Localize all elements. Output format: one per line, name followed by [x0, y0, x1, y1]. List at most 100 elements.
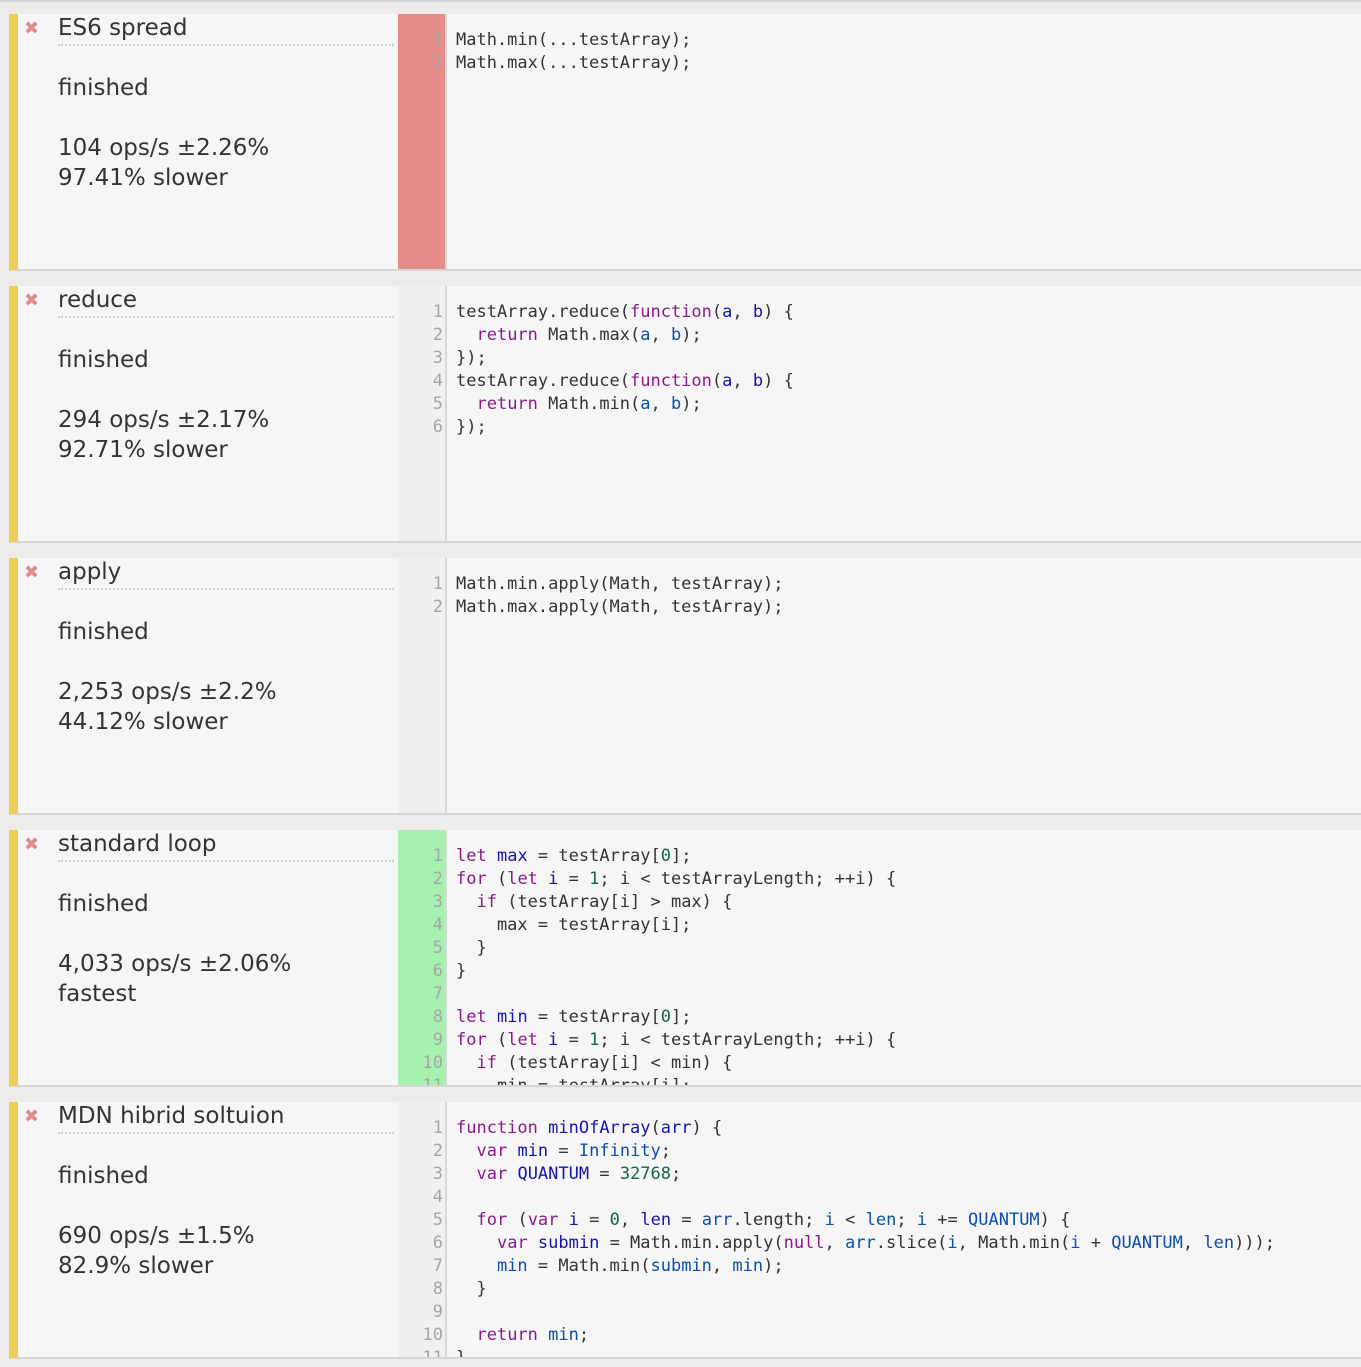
code-token: < [834, 1210, 866, 1230]
line-number: 8 [432, 1279, 443, 1299]
test-title[interactable]: apply [58, 558, 394, 590]
code-token: minOfArray [548, 1118, 651, 1138]
code-token: min [548, 1325, 579, 1345]
code-token: 1 [589, 1030, 600, 1050]
code-token: len [1203, 1233, 1235, 1253]
test-relative: fastest [58, 981, 137, 1007]
code-token: var [476, 1141, 508, 1161]
code-line: } [456, 1347, 1361, 1357]
code-token: for [476, 1210, 508, 1230]
test-status: finished [58, 347, 149, 373]
test-title[interactable]: reduce [58, 286, 394, 318]
code-token: min [496, 1007, 528, 1027]
code-line: return Math.min(a, b); [456, 393, 1361, 416]
code-line: for (let i = 1; i < testArrayLength; ++i… [456, 868, 1361, 891]
code-line: return Math.max(a, b); [456, 324, 1361, 347]
code-token: i [548, 869, 559, 889]
code-token: b [752, 371, 764, 391]
code-token: , Math.min( [957, 1233, 1071, 1253]
code-token: ; [578, 1325, 590, 1345]
line-number: 2 [432, 597, 443, 617]
code-token: = Math.min.apply( [599, 1233, 784, 1253]
code-token: a [640, 394, 651, 414]
code-line: var min = Infinity; [456, 1140, 1361, 1163]
test-ops: 690 ops/s ±1.5% [58, 1223, 255, 1249]
line-number: 6 [432, 417, 443, 437]
code-token: function [630, 302, 712, 322]
line-number: 5 [432, 938, 443, 958]
code-token: ; i < testArrayLength; ++i) { [599, 1030, 897, 1050]
line-number: 3 [432, 348, 443, 368]
code-token: + [1080, 1233, 1112, 1253]
code-line: for (var i = 0, len = arr.length; i < le… [456, 1209, 1361, 1232]
line-number: 4 [432, 1187, 443, 1207]
code-token: arr [845, 1233, 876, 1253]
code-token: testArray.reduce( [456, 371, 630, 391]
code-token: ) { [763, 302, 794, 322]
code-token: i [916, 1210, 928, 1230]
code-token: QUANTUM [1111, 1233, 1183, 1253]
line-number: 9 [432, 1302, 443, 1322]
code-editor[interactable]: let max = testArray[0]; for (let i = 1; i… [456, 845, 1361, 1085]
code-line: testArray.reduce(function(a, b) { [456, 370, 1361, 393]
code-editor[interactable]: testArray.reduce(function(a, b) { return… [456, 301, 1361, 439]
test-ops: 104 ops/s ±2.26% [58, 135, 270, 161]
remove-test-icon[interactable]: ✖ [24, 291, 39, 311]
code-line: if (testArray[i] < min) { [456, 1052, 1361, 1075]
code-line: for (let i = 1; i < testArrayLength; ++i… [456, 1029, 1361, 1052]
code-line: min = Math.min(submin, min); [456, 1255, 1361, 1278]
test-title[interactable]: MDN hibrid soltuion [58, 1102, 394, 1134]
remove-test-icon[interactable]: ✖ [24, 563, 39, 583]
test-case-standard-loop: ✖ standard loop finished 4,033 ops/s ±2.… [9, 830, 1361, 1087]
code-token: ); [681, 325, 702, 345]
line-numbers: 12 [398, 573, 443, 619]
code-line: var submin = Math.min.apply(null, arr.sl… [456, 1232, 1361, 1255]
code-line: let min = testArray[0]; [456, 1006, 1361, 1029]
code-token: 32768 [619, 1164, 672, 1184]
remove-test-icon[interactable]: ✖ [24, 1107, 39, 1127]
code-token: for [456, 869, 487, 889]
code-token: ( [507, 1210, 528, 1230]
code-token: return [476, 394, 538, 414]
top-border [0, 0, 1361, 2]
line-number: 4 [432, 915, 443, 935]
line-number: 10 [422, 1325, 443, 1345]
code-token: = testArray[ [527, 1007, 661, 1027]
code-token: , [1182, 1233, 1204, 1253]
code-line: max = testArray[i]; [456, 914, 1361, 937]
code-token: ) { [691, 1118, 723, 1138]
test-title[interactable]: standard loop [58, 830, 394, 862]
code-token: min [732, 1256, 764, 1276]
remove-test-icon[interactable]: ✖ [24, 835, 39, 855]
code-token: return [476, 325, 538, 345]
code-editor[interactable]: Math.min.apply(Math, testArray); Math.max… [456, 573, 1361, 619]
code-editor[interactable]: Math.min(...testArray); Math.max(...testA… [456, 29, 1361, 75]
code-line: min = testArray[i]; [456, 1075, 1361, 1085]
test-title[interactable]: ES6 spread [58, 14, 394, 46]
code-token: , [711, 1256, 733, 1276]
code-token: } [456, 938, 487, 958]
code-token: , [824, 1233, 846, 1253]
code-token: (testArray[i] > max) { [496, 892, 733, 912]
line-number: 7 [432, 984, 443, 1004]
line-number: 3 [432, 1164, 443, 1184]
code-token: b [752, 302, 764, 322]
remove-test-icon[interactable]: ✖ [24, 19, 39, 39]
code-token: , [650, 325, 671, 345]
code-token: let [456, 846, 487, 866]
code-editor[interactable]: function minOfArray(arr) { var min = Inf… [456, 1117, 1361, 1357]
code-token: 1 [589, 869, 600, 889]
line-numbers: 1 2 3 4 5 6 [398, 301, 443, 439]
code-token: = Math.min( [527, 1256, 651, 1276]
test-relative: 82.9% slower [58, 1253, 214, 1279]
code-token: 0 [660, 846, 671, 866]
code-token: arr [701, 1210, 733, 1230]
